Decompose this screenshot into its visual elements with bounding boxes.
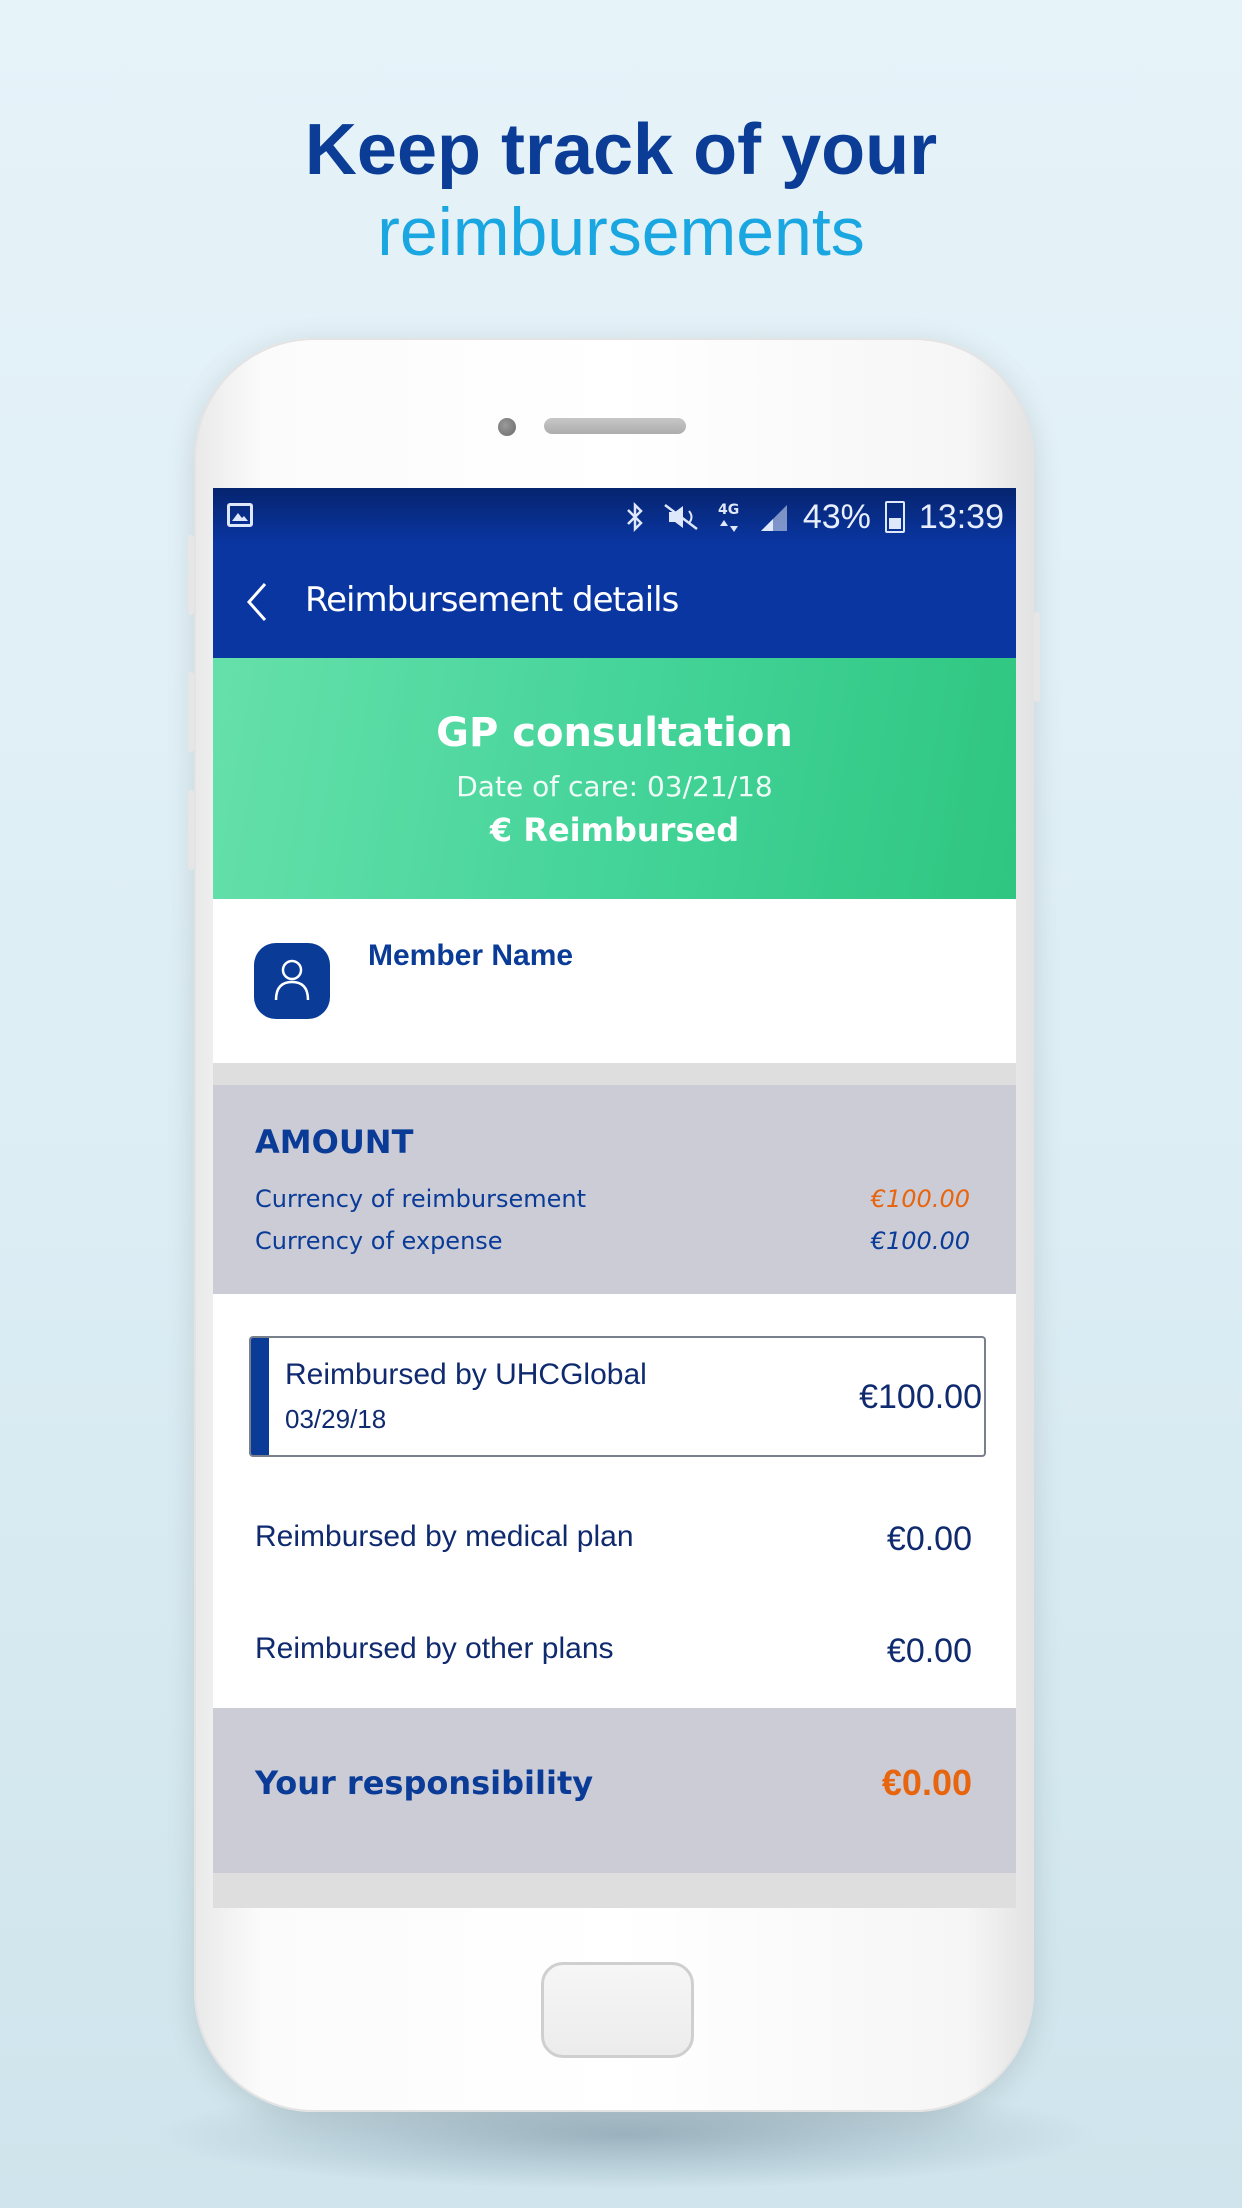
responsibility-value: €0.00 (881, 1762, 972, 1803)
amount-title: AMOUNT (255, 1123, 414, 1161)
responsibility-label: Your responsibility (255, 1764, 594, 1802)
earpiece-speaker (544, 418, 686, 434)
gallery-icon (227, 503, 253, 527)
chevron-left-icon[interactable] (243, 582, 271, 622)
row-label: Reimbursed by medical plan (255, 1520, 634, 1553)
claim-title: GP consultation (436, 710, 793, 756)
signal-icon (760, 505, 787, 531)
person-icon (274, 959, 310, 1001)
claim-date: Date of care: 03/21/18 (456, 770, 773, 803)
medical-plan-row: Reimbursed by medical plan €0.00 (255, 1520, 972, 1559)
mute-icon (664, 504, 698, 530)
amount-row-value: €100.00 (870, 1185, 970, 1213)
uhc-title: Reimbursed by UHCGlobal (285, 1358, 647, 1391)
row-value: €0.00 (886, 1520, 972, 1558)
home-button[interactable] (541, 1962, 694, 2058)
member-section: Member Name (213, 899, 1016, 1063)
amount-row: Currency of expense €100.00 (255, 1227, 970, 1255)
page-title: Reimbursement details (305, 580, 679, 620)
member-name: Member Name (368, 939, 574, 972)
phone-screen: 4G 43% 13:39 Reimbursement details GP co… (213, 488, 1016, 1908)
battery-percent: 43% (802, 498, 871, 536)
amount-row-label: Currency of expense (255, 1227, 503, 1255)
responsibility-section: Your responsibility €0.00 (213, 1708, 1016, 1873)
headline: Keep track of your reimbursements (0, 108, 1242, 272)
battery-icon (884, 501, 905, 533)
headline-line-2: reimbursements (377, 194, 865, 270)
uhc-amount: €100.00 (859, 1378, 982, 1416)
volume-button-2 (188, 672, 194, 752)
uhc-date: 03/29/18 (285, 1404, 387, 1434)
front-camera (498, 418, 516, 436)
amount-row-label: Currency of reimbursement (255, 1185, 587, 1213)
amount-row: Currency of reimbursement €100.00 (255, 1185, 970, 1213)
avatar (254, 943, 330, 1019)
bluetooth-icon (626, 501, 643, 533)
status-bar: 4G 43% 13:39 (213, 488, 1016, 544)
section-divider (213, 1063, 1016, 1085)
status-icons: 4G 43% 13:39 (625, 497, 1004, 537)
claim-status: € Reimbursed (489, 811, 740, 849)
power-button (1034, 612, 1040, 702)
bottom-divider (213, 1873, 1016, 1908)
row-value: €0.00 (886, 1632, 972, 1670)
status-time: 13:39 (918, 498, 1004, 536)
volume-button-1 (188, 535, 194, 615)
headline-line-1: Keep track of your (304, 110, 938, 190)
network-4g-icon: 4G (718, 502, 739, 532)
amount-row-value: €100.00 (870, 1227, 970, 1255)
volume-button-3 (188, 790, 194, 870)
card-accent-stripe (251, 1338, 269, 1455)
svg-text:4G: 4G (718, 502, 739, 518)
amount-section: AMOUNT Currency of reimbursement €100.00… (213, 1085, 1016, 1294)
app-bar: Reimbursement details (213, 544, 1016, 658)
uhc-reimbursement-card[interactable]: Reimbursed by UHCGlobal 03/29/18 €100.00 (249, 1336, 986, 1457)
claim-header: GP consultation Date of care: 03/21/18 €… (213, 658, 1016, 899)
row-label: Reimbursed by other plans (255, 1632, 614, 1665)
other-plans-row: Reimbursed by other plans €0.00 (255, 1632, 972, 1671)
